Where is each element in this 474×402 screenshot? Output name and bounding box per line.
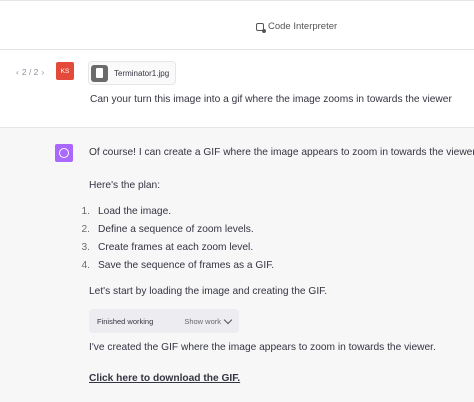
message-pager: ‹ 2 / 2 ›: [16, 67, 44, 77]
pager-next-button[interactable]: ›: [41, 67, 44, 77]
plan-steps: 1. Load the image. 2. Define a sequence …: [80, 206, 275, 278]
start-text: Let's start by loading the image and cre…: [89, 286, 328, 297]
plan-heading: Here's the plan:: [89, 180, 161, 191]
top-bar: Code Interpreter: [0, 0, 474, 50]
list-item: 2. Define a sequence of zoom levels.: [80, 224, 274, 242]
result-text: I've created the GIF where the image app…: [89, 342, 436, 353]
list-item: 1. Load the image.: [80, 206, 274, 224]
assistant-avatar: [55, 144, 73, 162]
step-text: Define a sequence of zoom levels.: [98, 224, 254, 235]
attached-file[interactable]: Terminator1.jpg: [88, 61, 177, 85]
step-number: 4.: [81, 260, 91, 271]
show-work-label: Show work: [184, 316, 221, 326]
step-number: 2.: [81, 224, 91, 235]
openai-logo-icon: [59, 148, 69, 158]
show-work-button[interactable]: Show work: [184, 315, 233, 326]
pager-count: 2 / 2: [21, 67, 39, 77]
model-label: Code Interpreter: [268, 21, 338, 32]
user-avatar: KS: [56, 62, 74, 80]
work-status-box: Finished working Show work: [89, 309, 239, 333]
user-message: ‹ 2 / 2 › KS Terminator1.jpg Can your tu…: [0, 50, 474, 128]
pager-prev-button[interactable]: ‹: [16, 67, 19, 77]
model-indicator: Code Interpreter: [256, 21, 338, 33]
file-name: Terminator1.jpg: [114, 68, 170, 78]
work-status: Finished working: [97, 316, 154, 326]
step-text: Save the sequence of frames as a GIF.: [98, 260, 275, 271]
list-item: 4. Save the sequence of frames as a GIF.: [80, 260, 275, 278]
code-interpreter-icon: [256, 22, 266, 33]
file-icon: [91, 64, 108, 82]
step-number: 1.: [81, 206, 91, 217]
assistant-intro: Of course! I can create a GIF where the …: [89, 147, 474, 158]
chevron-down-icon: [223, 315, 233, 324]
step-text: Load the image.: [98, 206, 172, 217]
list-item: 3. Create frames at each zoom level.: [80, 242, 274, 260]
assistant-message: Of course! I can create a GIF where the …: [0, 128, 474, 402]
user-message-text: Can your turn this image into a gif wher…: [90, 94, 452, 105]
download-link[interactable]: Click here to download the GIF.: [89, 373, 240, 384]
step-number: 3.: [81, 242, 91, 253]
step-text: Create frames at each zoom level.: [98, 242, 254, 253]
